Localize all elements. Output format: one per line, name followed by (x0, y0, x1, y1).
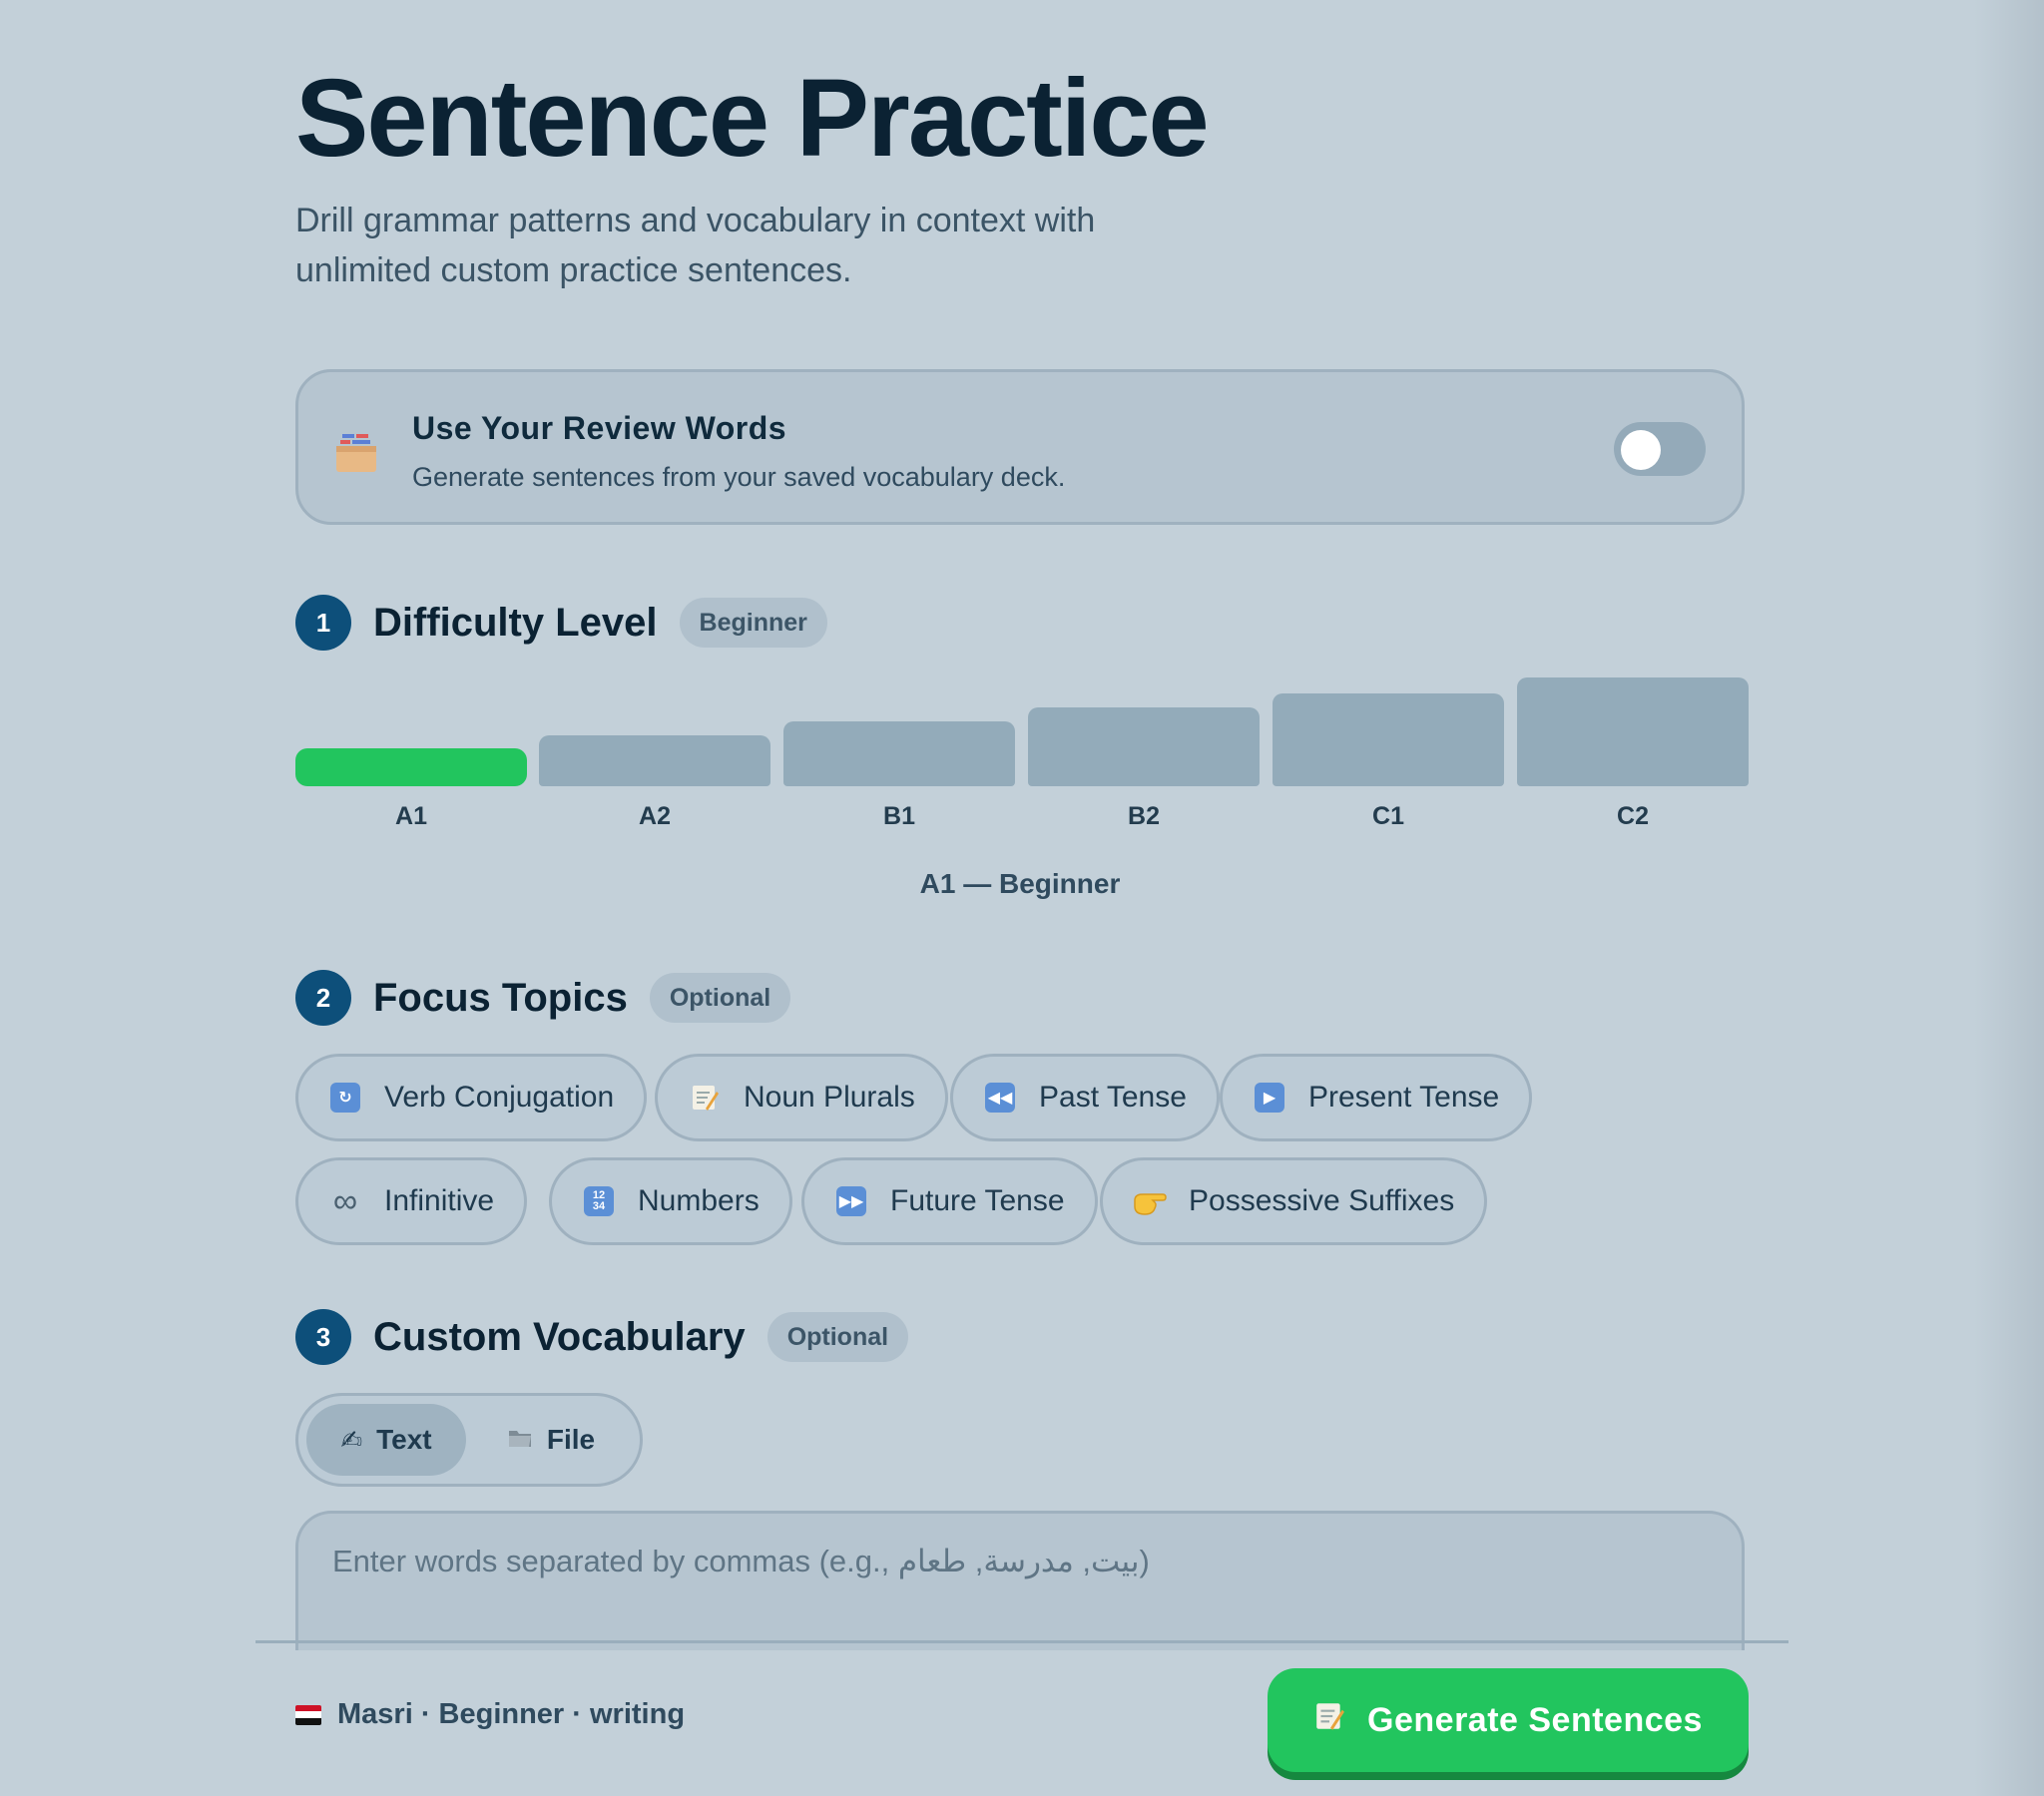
pointing-hand-icon (1133, 1184, 1167, 1218)
topic-chip-future-tense[interactable]: ▶▶ Future Tense (801, 1157, 1098, 1245)
level-bar-c1[interactable] (1273, 693, 1504, 786)
mode-file-label: File (546, 1424, 596, 1455)
focus-topics-badge: Optional (649, 973, 791, 1023)
topic-label: Future Tense (890, 1184, 1065, 1217)
play-icon: ▶ (1253, 1081, 1286, 1115)
topic-chip-verb-conjugation[interactable]: ↻ Verb Conjugation (295, 1054, 648, 1141)
generate-label: Generate Sentences (1367, 1700, 1703, 1739)
generate-sentences-button[interactable]: Generate Sentences (1268, 1668, 1749, 1772)
level-bar-b2[interactable] (1028, 707, 1260, 786)
review-words-title: Use Your Review Words (412, 410, 787, 446)
fast-forward-icon: ▶▶ (834, 1184, 868, 1218)
review-words-toggle[interactable] (1614, 422, 1706, 476)
level-label-a2: A2 (639, 802, 671, 830)
focus-topics-title: Focus Topics (373, 975, 628, 1020)
topic-label: Infinitive (384, 1184, 495, 1217)
topic-label: Possessive Suffixes (1189, 1184, 1455, 1217)
custom-vocab-badge: Optional (766, 1312, 909, 1362)
level-label-b2: B2 (1128, 802, 1160, 830)
repeat-arrows-icon: ↻ (328, 1081, 362, 1115)
custom-vocab-input[interactable] (295, 1511, 1745, 1650)
level-label-b1: B1 (883, 802, 915, 830)
edge-shade (1974, 0, 2044, 1796)
level-label-a1: A1 (395, 802, 427, 830)
topic-chip-possessive-suffixes[interactable]: Possessive Suffixes (1100, 1157, 1488, 1245)
mode-text-label: Text (376, 1424, 432, 1455)
level-caption: A1 — Beginner (919, 868, 1121, 899)
footer-meta-text: Masri · Beginner · writing (337, 1698, 686, 1730)
folder-icon (507, 1425, 533, 1456)
focus-topics-header: 2 Focus Topics Optional (295, 968, 791, 1028)
memo-icon (1313, 1700, 1345, 1740)
rewind-icon: ◀◀ (983, 1081, 1017, 1115)
difficulty-badge: Beginner (679, 598, 827, 648)
level-bar-c2[interactable] (1517, 677, 1749, 786)
topic-chip-infinitive[interactable]: ∞ Infinitive (295, 1157, 528, 1245)
review-words-description: Generate sentences from your saved vocab… (412, 462, 1066, 492)
topic-label: Present Tense (1308, 1081, 1500, 1114)
mode-file-button[interactable]: File (476, 1404, 626, 1476)
mode-text-button[interactable]: ✍ Text (306, 1404, 466, 1476)
step-badge-1: 1 (295, 595, 351, 651)
page-title: Sentence Practice (295, 57, 1210, 180)
level-bar-a1[interactable] (295, 748, 527, 786)
topic-chip-past-tense[interactable]: ◀◀ Past Tense (950, 1054, 1220, 1141)
vocab-mode-toggle: ✍ Text File (295, 1393, 643, 1487)
topic-chip-present-tense[interactable]: ▶ Present Tense (1220, 1054, 1533, 1141)
custom-vocab-title: Custom Vocabulary (373, 1314, 746, 1359)
card-file-box-icon (334, 430, 378, 474)
review-words-card[interactable]: Use Your Review Words Generate sentences… (295, 369, 1745, 525)
topic-label: Verb Conjugation (384, 1081, 615, 1114)
numbers-1234-icon: 12 34 (582, 1184, 616, 1218)
difficulty-title: Difficulty Level (373, 600, 658, 645)
footer-meta: Masri · Beginner · writing (295, 1698, 685, 1731)
level-bar-b1[interactable] (783, 721, 1015, 786)
topic-chip-numbers[interactable]: 12 34 Numbers (549, 1157, 792, 1245)
topic-label: Noun Plurals (744, 1081, 915, 1114)
memo-icon (688, 1081, 722, 1115)
level-label-c1: C1 (1372, 802, 1404, 830)
page-subtitle: Drill grammar patterns and vocabulary in… (295, 202, 1096, 289)
topic-chip-noun-plurals[interactable]: Noun Plurals (655, 1054, 948, 1141)
step-badge-2: 2 (295, 970, 351, 1026)
egypt-flag-icon (295, 1704, 321, 1725)
custom-vocab-header: 3 Custom Vocabulary Optional (295, 1307, 909, 1367)
footer-divider (256, 1640, 1788, 1643)
writing-hand-icon: ✍ (340, 1424, 363, 1455)
topic-label: Past Tense (1039, 1081, 1187, 1114)
level-label-c2: C2 (1617, 802, 1649, 830)
level-bar-a2[interactable] (539, 735, 770, 786)
infinity-icon: ∞ (332, 1181, 358, 1220)
step-badge-3: 3 (295, 1309, 351, 1365)
difficulty-header: 1 Difficulty Level Beginner (295, 593, 827, 653)
toggle-knob (1621, 430, 1661, 470)
topic-label: Numbers (638, 1184, 760, 1217)
